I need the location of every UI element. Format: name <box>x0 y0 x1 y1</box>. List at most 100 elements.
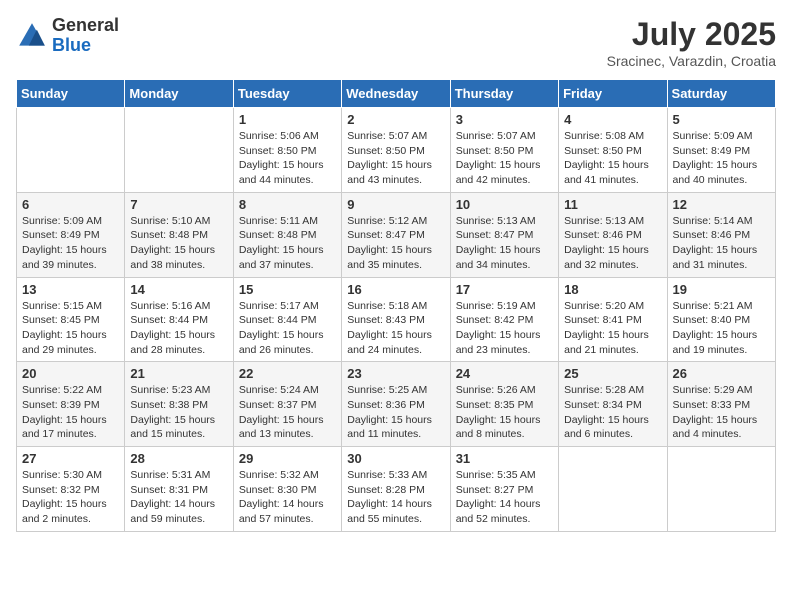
calendar-cell: 4 Sunrise: 5:08 AM Sunset: 8:50 PM Daylig… <box>559 108 667 193</box>
day-number: 11 <box>564 197 661 212</box>
month-year: July 2025 <box>607 16 776 53</box>
day-number: 4 <box>564 112 661 127</box>
calendar-cell: 6 Sunrise: 5:09 AM Sunset: 8:49 PM Daylig… <box>17 192 125 277</box>
day-content: Sunrise: 5:33 AM Sunset: 8:28 PM Dayligh… <box>347 468 444 527</box>
day-number: 21 <box>130 366 227 381</box>
day-content: Sunrise: 5:13 AM Sunset: 8:46 PM Dayligh… <box>564 214 661 273</box>
calendar-cell: 12 Sunrise: 5:14 AM Sunset: 8:46 PM Dayli… <box>667 192 775 277</box>
day-number: 13 <box>22 282 119 297</box>
calendar-cell: 22 Sunrise: 5:24 AM Sunset: 8:37 PM Dayli… <box>233 362 341 447</box>
day-number: 8 <box>239 197 336 212</box>
day-content: Sunrise: 5:09 AM Sunset: 8:49 PM Dayligh… <box>673 129 770 188</box>
calendar-week-row: 20 Sunrise: 5:22 AM Sunset: 8:39 PM Dayli… <box>17 362 776 447</box>
day-number: 2 <box>347 112 444 127</box>
day-number: 22 <box>239 366 336 381</box>
day-number: 3 <box>456 112 553 127</box>
calendar-cell: 31Sunrise: 5:35 AM Sunset: 8:27 PM Dayli… <box>450 447 558 532</box>
day-content: Sunrise: 5:18 AM Sunset: 8:43 PM Dayligh… <box>347 299 444 358</box>
calendar-cell: 3 Sunrise: 5:07 AM Sunset: 8:50 PM Daylig… <box>450 108 558 193</box>
calendar-header-saturday: Saturday <box>667 80 775 108</box>
day-content: Sunrise: 5:14 AM Sunset: 8:46 PM Dayligh… <box>673 214 770 273</box>
calendar-cell: 1 Sunrise: 5:06 AM Sunset: 8:50 PM Daylig… <box>233 108 341 193</box>
day-number: 23 <box>347 366 444 381</box>
day-number: 10 <box>456 197 553 212</box>
day-number: 5 <box>673 112 770 127</box>
day-content: Sunrise: 5:12 AM Sunset: 8:47 PM Dayligh… <box>347 214 444 273</box>
day-number: 31 <box>456 451 553 466</box>
day-number: 12 <box>673 197 770 212</box>
day-number: 24 <box>456 366 553 381</box>
calendar-cell: 5 Sunrise: 5:09 AM Sunset: 8:49 PM Daylig… <box>667 108 775 193</box>
calendar-header-monday: Monday <box>125 80 233 108</box>
day-number: 9 <box>347 197 444 212</box>
calendar-cell: 15 Sunrise: 5:17 AM Sunset: 8:44 PM Dayli… <box>233 277 341 362</box>
calendar-cell: 20 Sunrise: 5:22 AM Sunset: 8:39 PM Dayli… <box>17 362 125 447</box>
day-content: Sunrise: 5:08 AM Sunset: 8:50 PM Dayligh… <box>564 129 661 188</box>
calendar-cell: 28 Sunrise: 5:31 AM Sunset: 8:31 PM Dayli… <box>125 447 233 532</box>
day-content: Sunrise: 5:22 AM Sunset: 8:39 PM Dayligh… <box>22 383 119 442</box>
day-number: 15 <box>239 282 336 297</box>
calendar-header-thursday: Thursday <box>450 80 558 108</box>
calendar-cell: 16 Sunrise: 5:18 AM Sunset: 8:43 PM Dayli… <box>342 277 450 362</box>
calendar-week-row: 1 Sunrise: 5:06 AM Sunset: 8:50 PM Daylig… <box>17 108 776 193</box>
day-content: Sunrise: 5:24 AM Sunset: 8:37 PM Dayligh… <box>239 383 336 442</box>
day-number: 26 <box>673 366 770 381</box>
calendar-cell <box>667 447 775 532</box>
day-number: 19 <box>673 282 770 297</box>
day-number: 7 <box>130 197 227 212</box>
calendar-cell: 13 Sunrise: 5:15 AM Sunset: 8:45 PM Dayli… <box>17 277 125 362</box>
day-number: 25 <box>564 366 661 381</box>
calendar-cell: 21Sunrise: 5:23 AM Sunset: 8:38 PM Dayli… <box>125 362 233 447</box>
day-number: 16 <box>347 282 444 297</box>
day-content: Sunrise: 5:16 AM Sunset: 8:44 PM Dayligh… <box>130 299 227 358</box>
logo-general-text: General <box>52 15 119 35</box>
day-content: Sunrise: 5:10 AM Sunset: 8:48 PM Dayligh… <box>130 214 227 273</box>
day-content: Sunrise: 5:31 AM Sunset: 8:31 PM Dayligh… <box>130 468 227 527</box>
day-content: Sunrise: 5:11 AM Sunset: 8:48 PM Dayligh… <box>239 214 336 273</box>
calendar-week-row: 27Sunrise: 5:30 AM Sunset: 8:32 PM Dayli… <box>17 447 776 532</box>
day-content: Sunrise: 5:07 AM Sunset: 8:50 PM Dayligh… <box>347 129 444 188</box>
page-header: General Blue July 2025 Sracinec, Varazdi… <box>16 16 776 69</box>
day-number: 6 <box>22 197 119 212</box>
calendar-cell: 11 Sunrise: 5:13 AM Sunset: 8:46 PM Dayli… <box>559 192 667 277</box>
day-content: Sunrise: 5:07 AM Sunset: 8:50 PM Dayligh… <box>456 129 553 188</box>
calendar-cell: 18Sunrise: 5:20 AM Sunset: 8:41 PM Dayli… <box>559 277 667 362</box>
day-number: 18 <box>564 282 661 297</box>
calendar-cell: 30 Sunrise: 5:33 AM Sunset: 8:28 PM Dayli… <box>342 447 450 532</box>
calendar-cell <box>559 447 667 532</box>
calendar-cell <box>17 108 125 193</box>
day-content: Sunrise: 5:28 AM Sunset: 8:34 PM Dayligh… <box>564 383 661 442</box>
logo-icon <box>16 20 48 52</box>
calendar-week-row: 13 Sunrise: 5:15 AM Sunset: 8:45 PM Dayli… <box>17 277 776 362</box>
day-content: Sunrise: 5:15 AM Sunset: 8:45 PM Dayligh… <box>22 299 119 358</box>
calendar-cell: 7 Sunrise: 5:10 AM Sunset: 8:48 PM Daylig… <box>125 192 233 277</box>
calendar-cell: 29Sunrise: 5:32 AM Sunset: 8:30 PM Dayli… <box>233 447 341 532</box>
calendar-cell: 14 Sunrise: 5:16 AM Sunset: 8:44 PM Dayli… <box>125 277 233 362</box>
calendar-cell: 26Sunrise: 5:29 AM Sunset: 8:33 PM Dayli… <box>667 362 775 447</box>
calendar-cell: 2 Sunrise: 5:07 AM Sunset: 8:50 PM Daylig… <box>342 108 450 193</box>
calendar-cell: 27Sunrise: 5:30 AM Sunset: 8:32 PM Dayli… <box>17 447 125 532</box>
calendar-cell: 25 Sunrise: 5:28 AM Sunset: 8:34 PM Dayli… <box>559 362 667 447</box>
day-number: 30 <box>347 451 444 466</box>
day-number: 29 <box>239 451 336 466</box>
day-content: Sunrise: 5:26 AM Sunset: 8:35 PM Dayligh… <box>456 383 553 442</box>
calendar-week-row: 6 Sunrise: 5:09 AM Sunset: 8:49 PM Daylig… <box>17 192 776 277</box>
day-number: 28 <box>130 451 227 466</box>
logo-blue-text: Blue <box>52 35 91 55</box>
calendar-header-wednesday: Wednesday <box>342 80 450 108</box>
calendar-header-friday: Friday <box>559 80 667 108</box>
calendar-cell: 24 Sunrise: 5:26 AM Sunset: 8:35 PM Dayli… <box>450 362 558 447</box>
day-content: Sunrise: 5:17 AM Sunset: 8:44 PM Dayligh… <box>239 299 336 358</box>
calendar-cell: 19Sunrise: 5:21 AM Sunset: 8:40 PM Dayli… <box>667 277 775 362</box>
title-block: July 2025 Sracinec, Varazdin, Croatia <box>607 16 776 69</box>
day-number: 20 <box>22 366 119 381</box>
day-number: 17 <box>456 282 553 297</box>
day-number: 27 <box>22 451 119 466</box>
day-content: Sunrise: 5:09 AM Sunset: 8:49 PM Dayligh… <box>22 214 119 273</box>
day-number: 1 <box>239 112 336 127</box>
day-content: Sunrise: 5:25 AM Sunset: 8:36 PM Dayligh… <box>347 383 444 442</box>
calendar-cell: 23 Sunrise: 5:25 AM Sunset: 8:36 PM Dayli… <box>342 362 450 447</box>
logo: General Blue <box>16 16 119 56</box>
day-content: Sunrise: 5:06 AM Sunset: 8:50 PM Dayligh… <box>239 129 336 188</box>
day-number: 14 <box>130 282 227 297</box>
